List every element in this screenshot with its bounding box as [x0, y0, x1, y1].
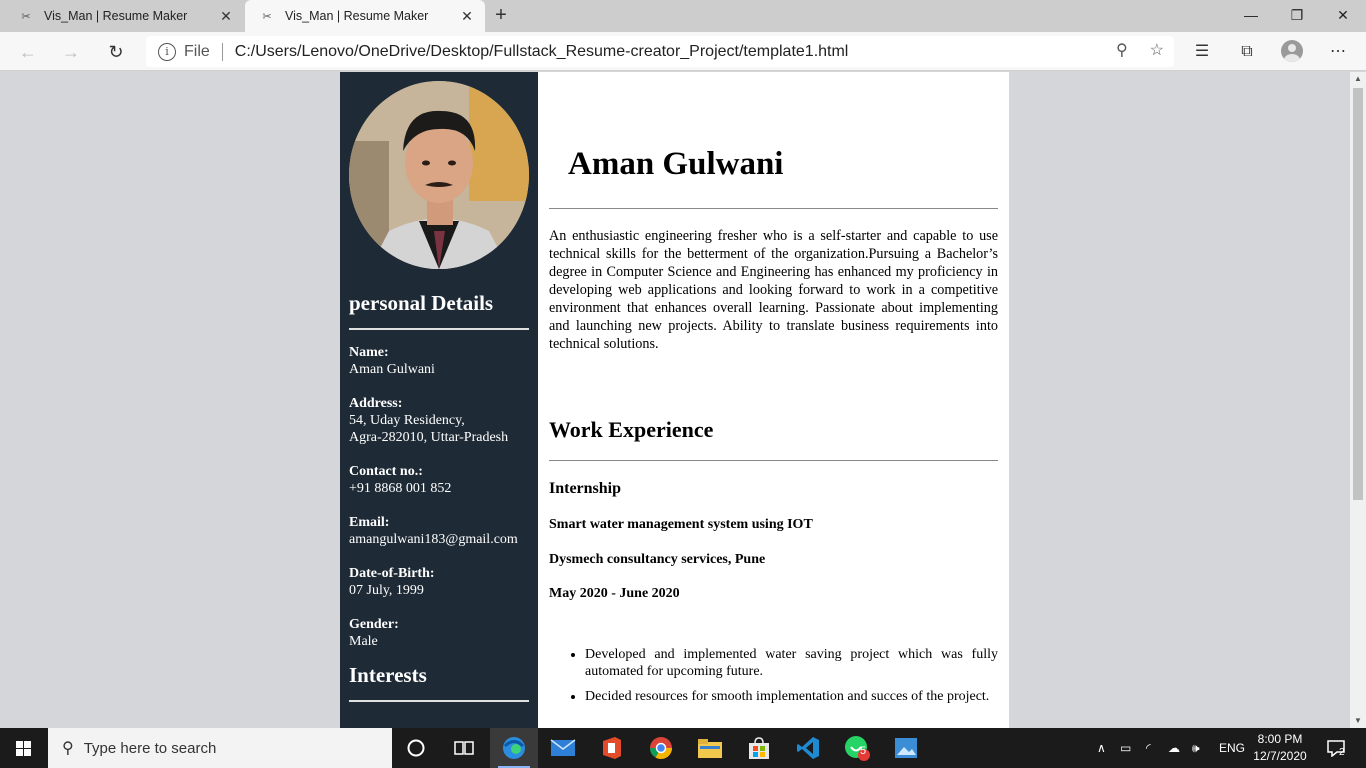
scroll-thumb[interactable] — [1353, 88, 1363, 500]
favorite-star-icon[interactable]: ☆ — [1150, 40, 1164, 60]
site-favicon-icon: ✂ — [21, 10, 31, 23]
language-indicator[interactable]: ENG — [1219, 728, 1245, 768]
search-placeholder: Type here to search — [83, 739, 217, 757]
clock-date: 12/7/2020 — [1253, 749, 1307, 763]
scroll-down-arrow-icon[interactable]: ▼ — [1350, 714, 1366, 728]
scroll-up-arrow-icon[interactable]: ▲ — [1350, 72, 1366, 86]
close-tab-icon[interactable]: ✕ — [214, 8, 238, 25]
edge-browser-icon[interactable] — [490, 728, 538, 768]
vertical-scrollbar[interactable]: ▲ ▼ — [1350, 72, 1366, 728]
forward-button[interactable]: → — [57, 39, 85, 65]
divider — [549, 208, 998, 209]
volume-icon[interactable]: 🕪 — [1192, 728, 1200, 768]
notifications-icon[interactable]: 2 — [1326, 728, 1345, 768]
collections-icon[interactable]: ⧉ — [1234, 39, 1260, 65]
address-line-2: Agra-282010, Uttar-Pradesh — [349, 430, 509, 445]
cortana-icon[interactable] — [392, 728, 440, 768]
email-value: amangulwani183@gmail.com — [349, 532, 518, 547]
more-menu-icon[interactable]: ⋯ — [1325, 39, 1351, 65]
windows-taskbar: ⚲ Type here to search 5 ∧ ▭ ◜ ☁ 🕪 ENG 8:… — [0, 728, 1366, 768]
work-experience-heading: Work Experience — [549, 417, 714, 442]
resume-main: Aman Gulwani An enthusiastic engineering… — [538, 72, 1009, 713]
resume-document: personal Details Name: Aman Gulwani Addr… — [340, 72, 1009, 728]
info-icon[interactable]: i — [158, 42, 176, 61]
personal-details-heading: personal Details — [349, 291, 494, 315]
url-text[interactable]: C:/Users/Lenovo/OneDrive/Desktop/Fullsta… — [235, 43, 849, 61]
restore-button[interactable]: ❐ — [1274, 0, 1320, 30]
vscode-icon[interactable] — [784, 728, 832, 768]
job-period: May 2020 - June 2020 — [549, 586, 680, 601]
store-icon[interactable] — [735, 728, 783, 768]
close-window-button[interactable]: ✕ — [1320, 0, 1366, 30]
clock[interactable]: 8:00 PM 12/7/2020 — [1248, 731, 1312, 765]
job-company: Dysmech consultancy services, Pune — [549, 552, 766, 567]
show-hidden-icons-icon[interactable]: ∧ — [1097, 728, 1106, 768]
profile-avatar-icon[interactable] — [1281, 40, 1303, 62]
site-favicon-icon: ✂ — [262, 10, 272, 23]
scheme-label: File — [184, 42, 210, 60]
zoom-icon[interactable]: ⚲ — [1116, 40, 1128, 60]
interests-heading: Interests — [349, 663, 427, 687]
file-explorer-icon[interactable] — [686, 728, 734, 768]
close-tab-icon[interactable]: ✕ — [455, 8, 479, 25]
contact-value: +91 8868 001 852 — [349, 481, 452, 496]
summary-text: An enthusiastic engineering fresher who … — [549, 228, 998, 352]
list-item: Decided resources for smooth implementat… — [585, 688, 998, 705]
refresh-button[interactable]: ↻ — [102, 39, 130, 65]
gender-label: Gender: — [349, 617, 399, 632]
office-icon[interactable] — [588, 728, 636, 768]
windows-logo-icon — [16, 741, 32, 756]
job-project: Smart water management system using IOT — [549, 517, 813, 532]
toolbar: ← → ↻ i File C:/Users/Lenovo/OneDrive/De… — [0, 32, 1366, 71]
divider — [549, 460, 998, 461]
tab-2-active[interactable]: ✂ Vis_Man | Resume Maker ✕ — [245, 0, 485, 32]
dob-value: 07 July, 1999 — [349, 583, 424, 598]
task-view-icon[interactable] — [440, 728, 488, 768]
tab-title: Vis_Man | Resume Maker — [285, 9, 429, 23]
divider — [349, 700, 529, 702]
job-type: Internship — [549, 480, 622, 497]
new-tab-button[interactable]: + — [488, 4, 514, 28]
profile-photo — [349, 81, 529, 269]
divider — [349, 328, 529, 330]
start-button[interactable] — [0, 728, 48, 768]
job-bullets: Developed and implemented water saving p… — [585, 646, 998, 705]
address-label: Address: — [349, 396, 403, 411]
address-line-1: 54, Uday Residency, — [349, 413, 465, 428]
contact-label: Contact no.: — [349, 464, 423, 479]
battery-icon[interactable]: ▭ — [1120, 728, 1131, 768]
favorites-icon[interactable]: ☰ — [1189, 39, 1215, 65]
back-button[interactable]: ← — [14, 39, 42, 65]
name-label: Name: — [349, 345, 389, 360]
page-viewport: personal Details Name: Aman Gulwani Addr… — [0, 72, 1366, 728]
tab-strip: ✂ Vis_Man | Resume Maker ✕ ✂ Vis_Man | R… — [0, 0, 1366, 32]
tab-title: Vis_Man | Resume Maker — [44, 9, 188, 23]
search-icon: ⚲ — [62, 740, 74, 757]
candidate-name: Aman Gulwani — [568, 146, 784, 182]
minimize-button[interactable]: — — [1228, 0, 1274, 30]
tab-1[interactable]: ✂ Vis_Man | Resume Maker ✕ — [4, 0, 244, 32]
mail-icon[interactable] — [539, 728, 587, 768]
resume-sidebar: personal Details Name: Aman Gulwani Addr… — [340, 72, 538, 728]
wifi-icon[interactable]: ◜ — [1146, 728, 1151, 768]
clock-time: 8:00 PM — [1257, 732, 1303, 746]
chrome-icon[interactable] — [637, 728, 685, 768]
whatsapp-badge: 5 — [860, 745, 867, 757]
notification-count: 2 — [1339, 746, 1345, 758]
gender-value: Male — [349, 634, 378, 649]
photos-icon[interactable] — [882, 728, 930, 768]
email-label: Email: — [349, 515, 390, 530]
name-value: Aman Gulwani — [349, 362, 435, 377]
divider — [221, 42, 223, 61]
dob-label: Date-of-Birth: — [349, 566, 435, 581]
address-bar[interactable]: i File C:/Users/Lenovo/OneDrive/Desktop/… — [146, 36, 1174, 67]
list-item: Developed and implemented water saving p… — [585, 646, 998, 680]
whatsapp-icon[interactable]: 5 — [833, 728, 881, 768]
taskbar-search[interactable]: ⚲ Type here to search — [48, 728, 392, 768]
onedrive-icon[interactable]: ☁ — [1168, 728, 1180, 768]
